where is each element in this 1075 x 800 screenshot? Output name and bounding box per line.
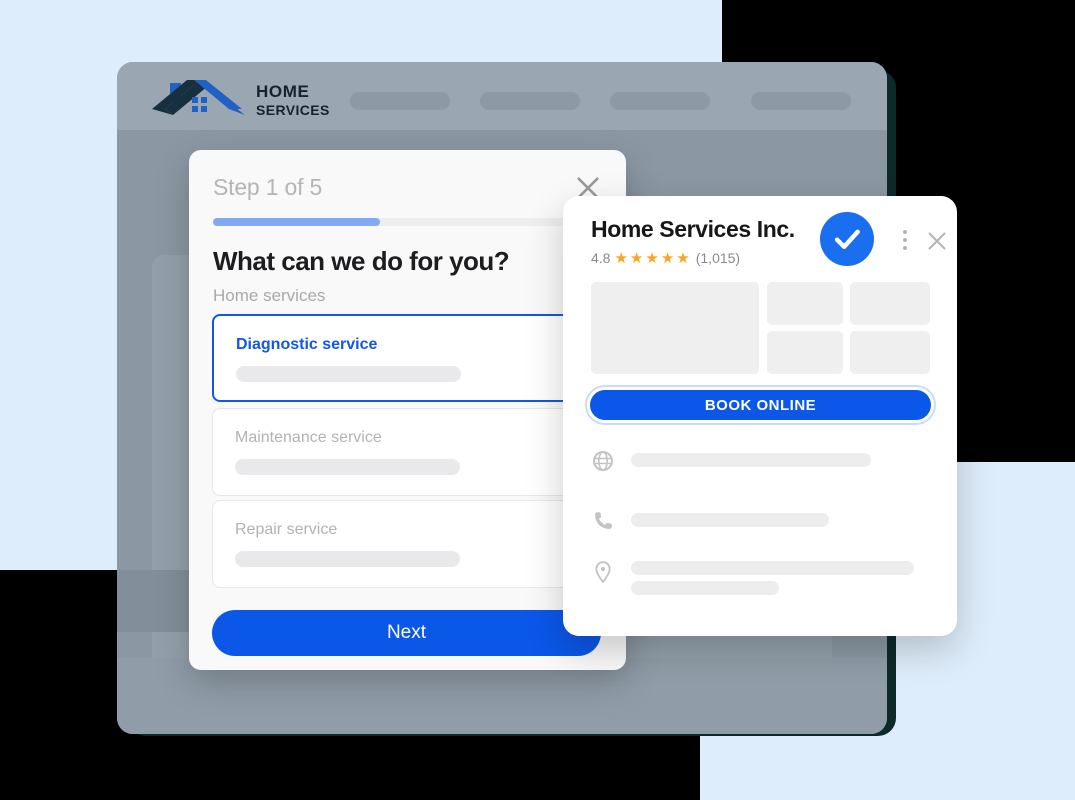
service-option-label: Maintenance service [235, 429, 382, 446]
nav-pill-1[interactable] [480, 92, 580, 110]
contact-placeholder-bar [631, 581, 779, 595]
business-info-card: Home Services Inc. 4.8 ★ ★ ★ ★ ★ (1,015) [563, 196, 957, 636]
home-services-logo: HOME SERVICES [152, 80, 330, 118]
svg-text:SERVICES: SERVICES [256, 102, 330, 118]
kebab-dot [903, 238, 907, 242]
phone-icon [595, 512, 612, 529]
screenshot-stage: HOME SERVICES Step 1 of 5 What can we do… [0, 0, 1075, 800]
photo-thumb-3[interactable] [767, 331, 843, 374]
service-option-repair[interactable]: Repair service [212, 500, 601, 588]
service-option-placeholder-bar [235, 459, 460, 475]
contact-placeholder-bar [631, 513, 829, 527]
photo-thumb-1[interactable] [767, 282, 843, 325]
star-icon: ★ [645, 249, 659, 267]
browser-top-bar: HOME SERVICES [117, 62, 887, 130]
step-modal: Step 1 of 5 What can we do for you? Home… [189, 150, 626, 670]
photo-thumb-2[interactable] [850, 282, 930, 325]
step-indicator-label: Step 1 of 5 [213, 174, 323, 200]
verified-check-icon [820, 212, 874, 266]
service-option-placeholder-bar [235, 551, 460, 567]
page-title: What can we do for you? [213, 246, 510, 276]
photo-large[interactable] [591, 282, 759, 374]
svg-text:HOME: HOME [256, 82, 309, 101]
service-option-diagnostic[interactable]: Diagnostic service [212, 314, 601, 402]
business-name: Home Services Inc. [591, 216, 795, 242]
star-icon: ★ [676, 249, 690, 267]
book-online-button[interactable]: BOOK ONLINE [590, 390, 931, 420]
progress-bar-fill [213, 218, 381, 226]
globe-icon [593, 451, 613, 471]
photo-thumb-4[interactable] [850, 331, 930, 374]
nav-pill-3[interactable] [751, 92, 851, 110]
star-icon: ★ [629, 249, 644, 267]
close-icon[interactable] [925, 229, 949, 253]
progress-bar-track [213, 218, 602, 226]
nav-pill-2[interactable] [610, 92, 710, 110]
review-count: (1,015) [695, 250, 741, 266]
more-options-icon[interactable] [903, 230, 907, 254]
book-online-outline: BOOK ONLINE [585, 385, 936, 425]
location-pin-icon [595, 561, 611, 584]
nav-pill-0[interactable] [350, 92, 450, 110]
contact-placeholder-bar [631, 453, 871, 467]
star-icon: ★ [660, 249, 675, 267]
rating-value: 4.8 [591, 250, 611, 266]
kebab-dot [903, 230, 907, 234]
photo-grid [591, 282, 930, 374]
star-icon: ★ [614, 249, 628, 267]
service-option-placeholder-bar [236, 366, 461, 382]
service-option-label: Repair service [235, 521, 338, 538]
contact-placeholder-bar [631, 561, 914, 575]
modal-subtitle: Home services [213, 286, 326, 305]
rating-row: 4.8 ★ ★ ★ ★ ★ (1,015) [591, 250, 740, 266]
kebab-dot [903, 246, 907, 250]
service-option-maintenance[interactable]: Maintenance service [212, 408, 601, 496]
next-button[interactable]: Next [212, 610, 601, 656]
service-option-label: Diagnostic service [236, 336, 378, 353]
